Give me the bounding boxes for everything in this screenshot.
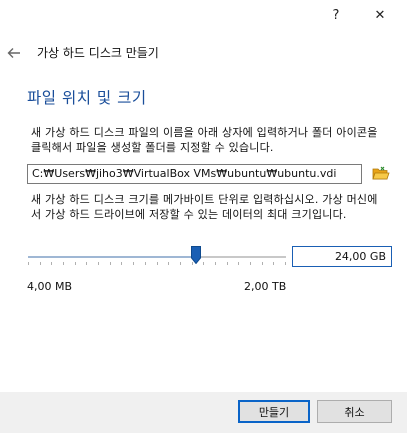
size-max-label: 2,00 TB bbox=[244, 280, 287, 293]
slider-tick bbox=[157, 262, 158, 265]
slider-tick bbox=[63, 262, 64, 265]
wizard-nav: 가상 하드 디스크 만들기 bbox=[0, 38, 407, 68]
location-description: 새 가상 하드 디스크 파일의 이름을 아래 상자에 입력하거나 폴더 아이콘을… bbox=[31, 126, 378, 154]
slider-thumb[interactable] bbox=[190, 246, 201, 264]
choose-folder-button[interactable] bbox=[370, 164, 392, 184]
slider-tick bbox=[262, 262, 263, 265]
slider-tick bbox=[86, 262, 87, 265]
help-button[interactable]: ? bbox=[313, 0, 359, 30]
slider-tick bbox=[273, 262, 274, 265]
slider-tick bbox=[180, 262, 181, 265]
cancel-button[interactable]: 취소 bbox=[317, 400, 392, 423]
wizard-title: 가상 하드 디스크 만들기 bbox=[37, 46, 159, 60]
size-description: 새 가상 하드 디스크 크기를 메가바이트 단위로 입력하십시오. 가상 머신에… bbox=[31, 193, 378, 221]
close-button[interactable]: ✕ bbox=[357, 0, 403, 30]
page-title: 파일 위치 및 크기 bbox=[27, 89, 147, 107]
slider-tick bbox=[40, 262, 41, 265]
folder-open-icon bbox=[372, 166, 390, 180]
slider-tick bbox=[121, 262, 122, 265]
slider-tick bbox=[285, 262, 286, 265]
slider-tick bbox=[238, 262, 239, 265]
slider-tick bbox=[250, 262, 251, 265]
slider-tick bbox=[98, 262, 99, 265]
slider-tick bbox=[168, 262, 169, 265]
slider-fill bbox=[28, 256, 196, 258]
slider-tick bbox=[110, 262, 111, 265]
back-button[interactable] bbox=[2, 42, 26, 64]
slider-tick bbox=[203, 262, 204, 265]
slider-tick bbox=[133, 262, 134, 265]
slider-tick bbox=[75, 262, 76, 265]
slider-tick bbox=[215, 262, 216, 265]
file-path-input[interactable]: C:₩Users₩jiho3₩VirtualBox VMs₩ubuntu₩ubu… bbox=[27, 164, 362, 184]
size-slider[interactable] bbox=[27, 246, 287, 272]
size-min-label: 4,00 MB bbox=[27, 280, 73, 293]
create-button[interactable]: 만들기 bbox=[238, 400, 310, 423]
slider-tick bbox=[28, 262, 29, 265]
title-bar: ? ✕ bbox=[0, 0, 407, 30]
arrow-left-icon bbox=[7, 48, 20, 58]
disk-size-input[interactable]: 24,00 GB bbox=[292, 246, 392, 267]
slider-tick bbox=[51, 262, 52, 265]
slider-tick bbox=[227, 262, 228, 265]
slider-tick bbox=[145, 262, 146, 265]
